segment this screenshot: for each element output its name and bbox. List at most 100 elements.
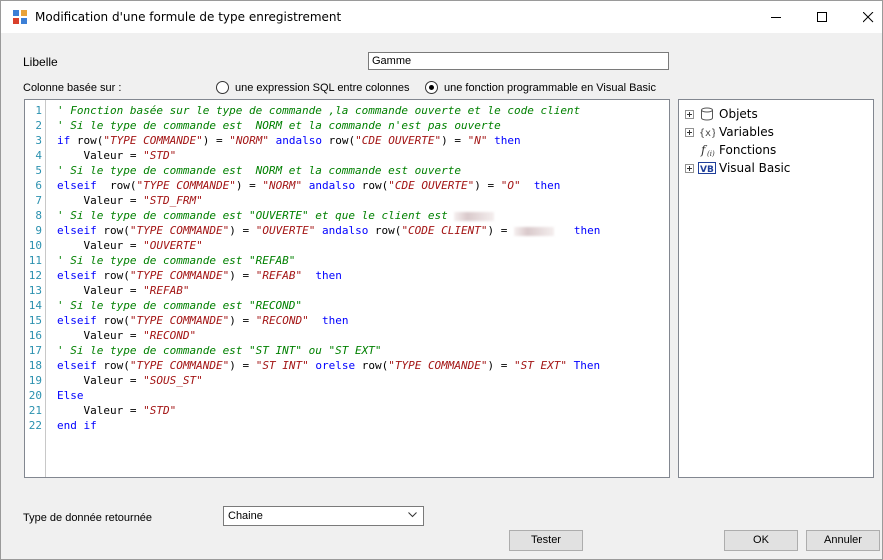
code-line[interactable]: 14 ' Si le type de commande est "RECOND" — [25, 299, 665, 313]
close-button[interactable] — [845, 1, 883, 33]
tree-item-label: Objets — [719, 107, 758, 121]
code-string: "TYPE COMMANDE" — [136, 179, 236, 192]
code-text: elseif row("TYPE COMMANDE") = "REFAB" th… — [57, 269, 342, 283]
type-select-value: Chaine — [228, 510, 263, 522]
code-keyword: elseif — [57, 314, 97, 327]
code-line[interactable]: 9 elseif row("TYPE COMMANDE") = "OUVERTE"… — [25, 224, 665, 238]
code-text: ' Si le type de commande est NORM et la … — [57, 119, 501, 133]
code-string: "ST EXT" — [514, 359, 568, 372]
code-string: "CDE OUVERTE" — [355, 134, 442, 147]
code-keyword: elseif — [57, 179, 97, 192]
object-tree[interactable]: Objets {x} Variables f(i) Fonctions VB V… — [678, 99, 874, 478]
type-select[interactable]: Chaine — [223, 506, 424, 526]
expand-icon[interactable] — [685, 109, 694, 119]
code-line[interactable]: 15 elseif row("TYPE COMMANDE") = "RECOND"… — [25, 314, 665, 328]
code-editor[interactable]: 1 ' Fonction basée sur le type de command… — [24, 99, 670, 478]
line-number: 16 — [28, 329, 42, 342]
libelle-label: Libelle — [23, 55, 58, 69]
vb-icon: VB — [698, 161, 716, 175]
code-string: "CDE OUVERTE" — [388, 179, 475, 192]
expand-icon[interactable] — [685, 163, 694, 173]
line-number: 6 — [35, 179, 42, 192]
maximize-button[interactable] — [799, 1, 845, 33]
minimize-button[interactable] — [753, 1, 799, 33]
line-number: 14 — [28, 299, 42, 312]
code-line[interactable]: 19 Valeur = "SOUS_ST" — [25, 374, 665, 388]
code-line[interactable]: 11 ' Si le type de commande est "REFAB" — [25, 254, 665, 268]
code-text: Else — [57, 389, 84, 403]
code-line[interactable]: 18 elseif row("TYPE COMMANDE") = "ST INT"… — [25, 359, 665, 373]
function-icon: f (i) — [698, 143, 716, 157]
line-number: 21 — [28, 404, 42, 417]
code-line[interactable]: 13 Valeur = "REFAB" — [25, 284, 665, 298]
code-string: "TYPE COMMANDE" — [129, 269, 230, 282]
tree-item-variables[interactable]: {x} Variables — [685, 125, 774, 139]
code-plain: Valeur = — [57, 149, 144, 162]
code-plain — [315, 224, 322, 237]
code-string: "N" — [467, 134, 488, 147]
code-plain: Valeur = — [57, 239, 144, 252]
code-line[interactable]: 5 ' Si le type de commande est NORM et la… — [25, 164, 665, 178]
code-line[interactable]: 3 if row("TYPE COMMANDE") = "NORM" andals… — [25, 134, 665, 148]
tester-button[interactable]: Tester — [509, 530, 583, 551]
line-number: 11 — [28, 254, 42, 267]
radio-vb-circle[interactable] — [425, 81, 438, 94]
radio-sql[interactable]: une expression SQL entre colonnes — [216, 81, 409, 94]
code-line[interactable]: 1 ' Fonction basée sur le type de command… — [25, 104, 665, 118]
line-number: 13 — [28, 284, 42, 297]
type-label: Type de donnée retournée — [23, 512, 153, 524]
title-bar[interactable]: Modification d'une formule de type enreg… — [1, 1, 882, 33]
code-line[interactable]: 6 elseif row("TYPE COMMANDE") = "NORM" an… — [25, 179, 665, 193]
code-text: ' Fonction basée sur le type de commande… — [57, 104, 580, 118]
code-line[interactable]: 2 ' Si le type de commande est NORM et la… — [25, 119, 665, 133]
code-line[interactable]: 20 Else — [25, 389, 665, 403]
annuler-button[interactable]: Annuler — [806, 530, 880, 551]
code-line[interactable]: 8 ' Si le type de commande est "OUVERTE" … — [25, 209, 665, 223]
code-line[interactable]: 21 Valeur = "STD" — [25, 404, 665, 418]
code-plain — [309, 314, 322, 327]
line-number: 10 — [28, 239, 42, 252]
code-string: "SOUS_ST" — [143, 374, 203, 387]
code-plain: row( — [368, 224, 402, 237]
expand-icon[interactable] — [685, 127, 694, 137]
code-keyword: then — [573, 224, 601, 237]
line-number: 17 — [28, 344, 42, 357]
minimize-icon — [770, 16, 781, 18]
code-line[interactable]: 4 Valeur = "STD" — [25, 149, 665, 163]
tree-item-label: Variables — [719, 125, 774, 139]
code-comment: ' Si le type de commande est NORM et la … — [57, 119, 501, 132]
code-text: Valeur = "RECOND" — [57, 329, 196, 343]
code-plain: ) = — [487, 224, 515, 237]
code-line[interactable]: 10 Valeur = "OUVERTE" — [25, 239, 665, 253]
code-line[interactable]: 22 end if — [25, 419, 665, 433]
tree-item-objets[interactable]: Objets — [685, 107, 758, 121]
code-string: "TYPE COMMANDE" — [388, 359, 488, 372]
code-line[interactable]: 17 ' Si le type de commande est "ST INT" … — [25, 344, 665, 358]
code-text: Valeur = "STD_FRM" — [57, 194, 202, 208]
window-title: Modification d'une formule de type enreg… — [35, 10, 342, 24]
code-text: elseif row("TYPE COMMANDE") = "OUVERTE" … — [57, 224, 600, 238]
code-line[interactable]: 12 elseif row("TYPE COMMANDE") = "REFAB" … — [25, 269, 665, 283]
code-keyword: Then — [573, 359, 601, 372]
code-plain — [521, 179, 534, 192]
tree-item-fonctions[interactable]: f (i) Fonctions — [698, 143, 776, 157]
code-string: "NORM" — [229, 134, 269, 147]
code-string: "TYPE COMMANDE" — [129, 359, 230, 372]
line-number: 22 — [28, 419, 42, 432]
code-plain — [302, 179, 309, 192]
code-line[interactable]: 16 Valeur = "RECOND" — [25, 329, 665, 343]
radio-sql-circle[interactable] — [216, 81, 229, 94]
code-plain: row( — [96, 359, 130, 372]
code-text: elseif row("TYPE COMMANDE") = "NORM" and… — [57, 179, 560, 193]
code-plain: ) = — [229, 359, 256, 372]
tree-item-visual-basic[interactable]: VB Visual Basic — [685, 161, 790, 175]
radio-vb[interactable]: une fonction programmable en Visual Basi… — [425, 81, 656, 94]
ok-button[interactable]: OK — [724, 530, 798, 551]
code-string: "NORM" — [262, 179, 303, 192]
code-plain: row( — [70, 134, 104, 147]
code-comment: ' Si le type de commande est "ST INT" ou… — [57, 344, 382, 357]
libelle-input[interactable]: Gamme — [368, 52, 669, 70]
code-keyword: then — [315, 269, 342, 282]
code-line[interactable]: 7 Valeur = "STD_FRM" — [25, 194, 665, 208]
code-string: "O" — [500, 179, 521, 192]
